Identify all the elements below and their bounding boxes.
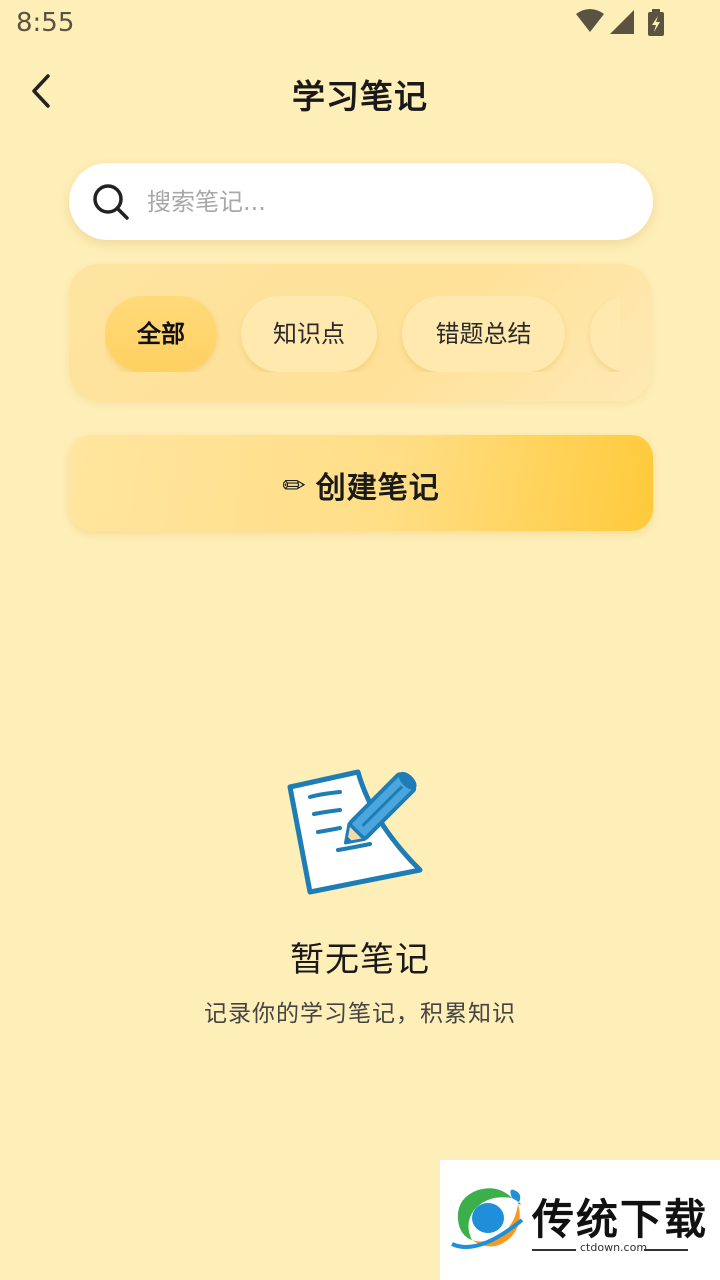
status-bar: 8:55 <box>0 0 720 50</box>
filter-chip-all[interactable]: 全部 <box>105 296 217 372</box>
search-icon <box>93 184 129 220</box>
status-time: 8:55 <box>16 8 75 38</box>
empty-state-title: 暂无笔记 <box>290 940 430 980</box>
filter-chip-knowledge-points[interactable]: 知识点 <box>241 296 377 372</box>
filter-chip-mistake-summary[interactable]: 错题总结 <box>402 296 565 372</box>
note-pencil-icon <box>287 769 423 895</box>
watermark-url: ctdown.com <box>580 1241 648 1254</box>
page-title: 学习笔记 <box>292 77 428 116</box>
filter-chips: 全部 知识点 错题总结 <box>105 296 620 372</box>
wifi-icon <box>576 9 604 32</box>
empty-state-subtitle: 记录你的学习笔记，积累知识 <box>204 1001 516 1027</box>
filter-chip-more[interactable] <box>590 296 620 372</box>
create-note-label: 创建笔记 <box>315 471 440 506</box>
watermark-line-left <box>532 1249 576 1251</box>
status-icons <box>576 9 664 36</box>
search-input[interactable] <box>145 181 629 223</box>
watermark-title: 传统下载 <box>532 1195 709 1244</box>
watermark-logo-icon <box>451 1188 524 1249</box>
cellular-signal-icon <box>610 10 634 34</box>
watermark-line-right <box>644 1249 688 1251</box>
create-note-button[interactable]: ✏ 创建笔记 <box>69 435 653 531</box>
create-note-button-content: ✏ 创建笔记 <box>69 463 653 507</box>
watermark: 传统下载 ctdown.com <box>440 1160 720 1280</box>
battery-icon <box>648 9 664 36</box>
search-box[interactable] <box>69 163 653 240</box>
header: 学习笔记 <box>0 56 720 126</box>
filter-panel: 全部 知识点 错题总结 <box>69 264 651 401</box>
pencil-icon: ✏ <box>282 468 306 502</box>
